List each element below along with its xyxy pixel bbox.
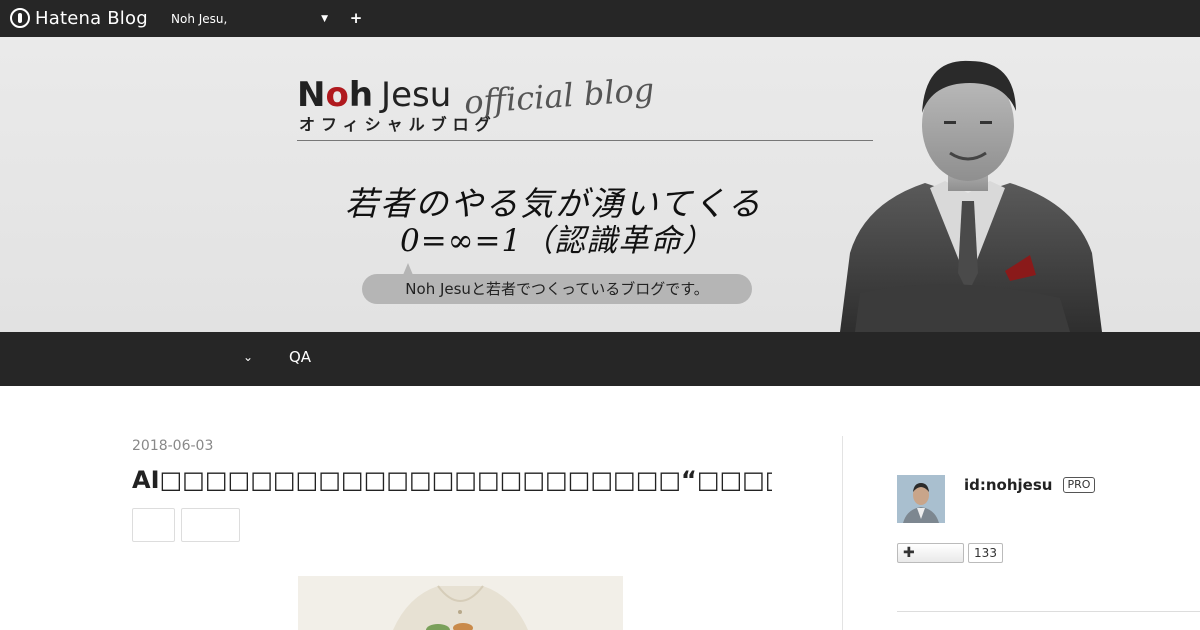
pro-badge: PRO xyxy=(1063,477,1095,493)
avatar[interactable] xyxy=(897,475,945,523)
follower-count: 133 xyxy=(968,543,1003,563)
global-header: Hatena Blog Noh Jesu, ▼ + xyxy=(0,0,1200,37)
title-jesu: Jesu xyxy=(381,75,452,115)
hatena-blog-logo[interactable]: Hatena Blog xyxy=(10,6,148,30)
title-noh: Noh xyxy=(297,75,373,115)
title-subtitle: オフィシャルブログ xyxy=(299,115,497,134)
share-button[interactable] xyxy=(181,508,240,542)
speech-bubble: Noh Jesuと若者でつくっているブログです。 xyxy=(362,274,752,304)
entry-title[interactable]: AI□□□□□□□□□□□□□□□□□□□□□□□“□□□□□□□□□□□□□□… xyxy=(132,464,772,496)
content-sidebar-divider xyxy=(842,436,843,630)
sidebar-divider xyxy=(897,611,1200,612)
hatena-logo-icon xyxy=(10,8,30,28)
title-noh-h: h xyxy=(348,75,374,115)
chevron-down-icon[interactable]: ⌄ xyxy=(243,350,253,364)
follow-button[interactable]: ✚ xyxy=(897,543,964,563)
blog-title: Noh Jesu official blog オフィシャルブログ xyxy=(297,70,677,135)
entry-image xyxy=(298,576,623,630)
nav-item-qa[interactable]: QA xyxy=(289,348,311,366)
plus-icon: ✚ xyxy=(903,545,915,561)
author-portrait xyxy=(840,60,1102,332)
profile-id[interactable]: id:nohjesu xyxy=(964,476,1052,494)
blog-title-main: Noh Jesu xyxy=(297,75,451,115)
blog-selector[interactable]: Noh Jesu, ▼ xyxy=(171,9,331,29)
title-noh-o: o xyxy=(325,75,349,115)
category-nav: ⌄ QA xyxy=(0,332,1200,386)
blog-header-banner[interactable]: Noh Jesu official blog オフィシャルブログ 若者のやる気が湧… xyxy=(0,37,1200,332)
share-button[interactable] xyxy=(132,508,175,542)
slogan-line-2: 0=∞=1（認識革命） xyxy=(400,223,715,259)
entry-date[interactable]: 2018-06-03 xyxy=(132,438,213,454)
logo-text: Hatena Blog xyxy=(35,7,148,29)
new-entry-plus-button[interactable]: + xyxy=(347,8,365,28)
blog-selector-label: Noh Jesu, xyxy=(171,12,228,26)
title-noh-n: N xyxy=(297,75,326,115)
chevron-down-icon: ▼ xyxy=(321,14,328,24)
title-divider xyxy=(297,140,873,141)
